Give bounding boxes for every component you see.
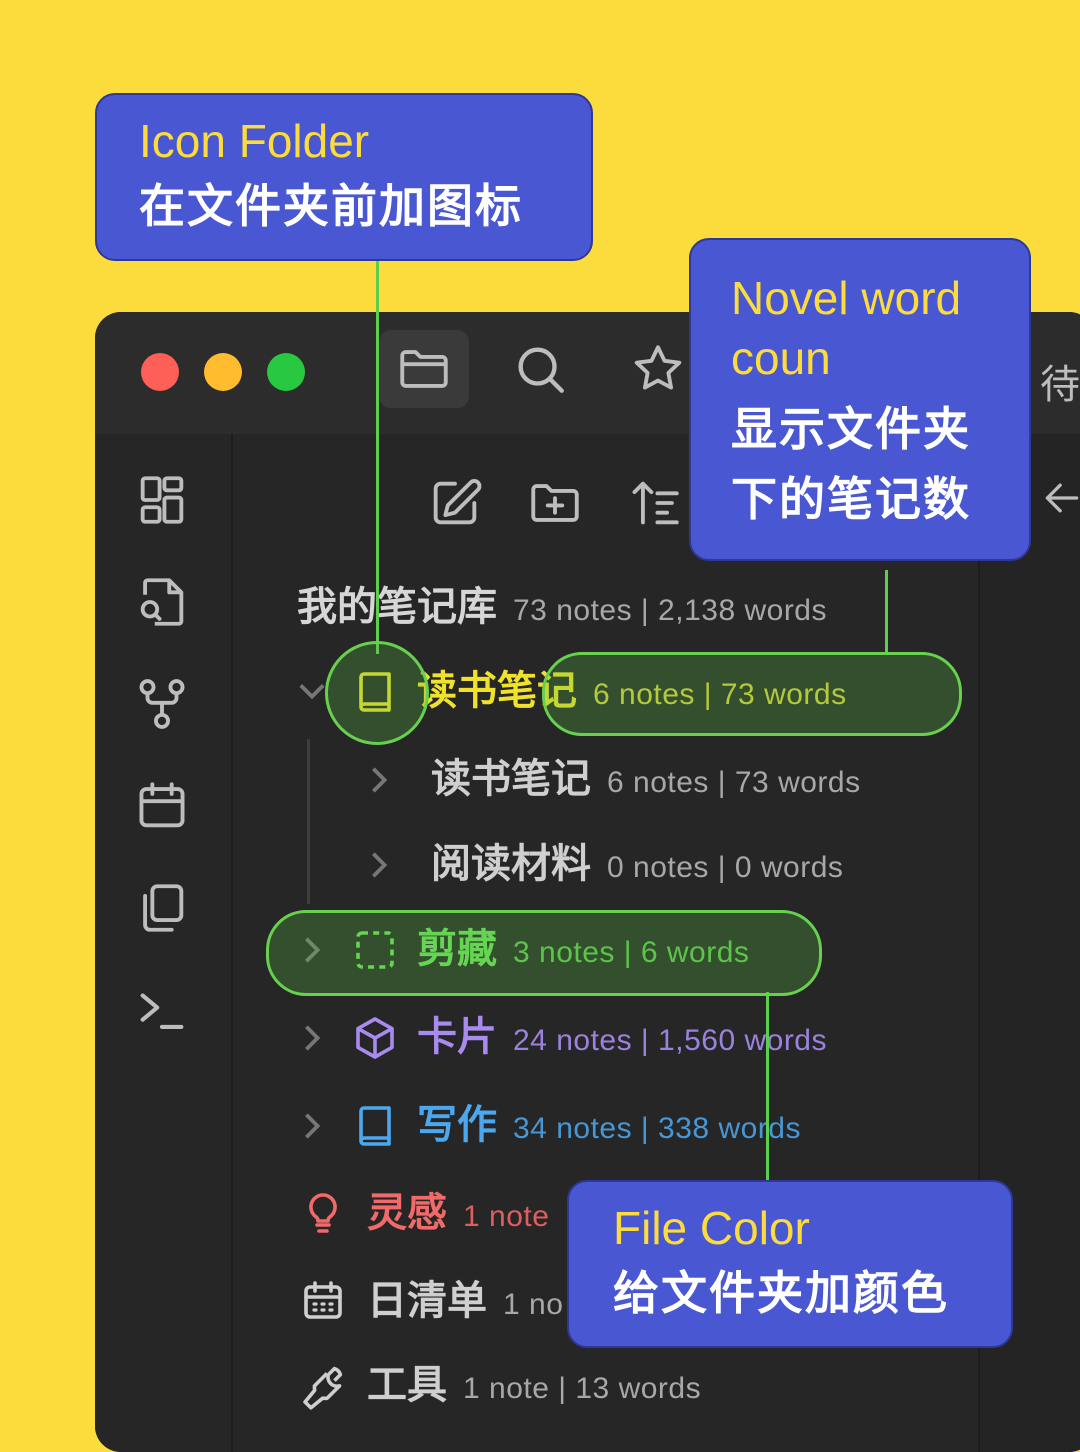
calendar-icon[interactable] [133, 777, 191, 835]
wrench-icon [303, 1366, 343, 1410]
lightbulb-icon [309, 1193, 337, 1233]
star-icon [634, 345, 682, 390]
new-note-icon[interactable] [426, 474, 484, 532]
terminal-icon[interactable] [133, 981, 191, 1039]
folder-row-reading-material[interactable]: 阅读材料 0 notes | 0 words [431, 831, 843, 889]
note-tab-title[interactable]: 待 [1040, 352, 1080, 410]
folder-count: 24 notes | 1,560 words [513, 1024, 827, 1057]
folder-count: 6 notes | 73 words [607, 766, 861, 799]
callout-title: File Color [613, 1202, 810, 1254]
highlight-folder-icon [325, 641, 429, 745]
file-name: 灵感 [367, 1191, 447, 1235]
callout-title: Icon Folder [139, 115, 370, 167]
callout-subtitle-line2: 下的笔记数 [731, 473, 971, 525]
vault-count: 73 notes | 2,138 words [513, 594, 827, 627]
callout-icon-folder: Icon Folder 在文件夹前加图标 [95, 93, 593, 261]
folder-row-writing[interactable]: 写作 34 notes | 338 words [417, 1092, 801, 1150]
guide-line-icon-folder [376, 258, 379, 654]
file-row-daily-list[interactable]: 日清单 1 no [367, 1268, 563, 1326]
callout-title-line1: Novel word [731, 272, 962, 324]
file-count: 1 note [463, 1200, 550, 1233]
callout-subtitle-line1: 显示文件夹 [731, 403, 971, 455]
arrow-left-icon[interactable] [1040, 476, 1080, 520]
files-tab-button[interactable] [379, 330, 469, 408]
callout-novel-word-count: Novel word coun 显示文件夹 下的笔记数 [689, 238, 1031, 561]
sort-icon[interactable] [626, 474, 684, 532]
left-ribbon [95, 434, 233, 1452]
highlight-colored-folder [266, 910, 822, 996]
search-icon [518, 347, 564, 393]
file-count: 1 no [503, 1288, 564, 1321]
tree-indent-line [307, 739, 310, 904]
highlight-word-count [542, 652, 962, 736]
chevron-right-icon[interactable] [367, 765, 391, 795]
search-tab-button[interactable] [495, 330, 585, 408]
git-fork-icon[interactable] [133, 675, 191, 733]
folder-name: 写作 [417, 1103, 497, 1147]
folder-count: 34 notes | 338 words [513, 1112, 801, 1145]
guide-line-file-color [766, 992, 769, 1180]
folder-name: 阅读材料 [431, 842, 591, 886]
folder-row-reading-notes-sub[interactable]: 读书笔记 6 notes | 73 words [431, 746, 861, 804]
dashboard-icon[interactable] [133, 471, 191, 529]
chevron-right-icon[interactable] [300, 1111, 324, 1141]
folder-count: 0 notes | 0 words [607, 851, 844, 884]
callout-title-line2: coun [731, 332, 831, 384]
file-name: 日清单 [367, 1279, 487, 1323]
folder-name: 卡片 [417, 1015, 497, 1059]
folder-icon [400, 350, 448, 388]
calendar-icon [304, 1281, 342, 1319]
file-search-icon[interactable] [133, 573, 191, 631]
copy-icon[interactable] [133, 879, 191, 937]
book-icon [359, 1106, 391, 1146]
guide-line-word-count [885, 570, 888, 654]
file-count: 1 note | 13 words [463, 1372, 702, 1405]
close-button[interactable] [141, 353, 179, 391]
chevron-right-icon[interactable] [367, 850, 391, 880]
chevron-down-icon[interactable] [297, 679, 327, 703]
file-name: 工具 [367, 1363, 447, 1407]
callout-file-color: File Color 给文件夹加颜色 [567, 1180, 1013, 1348]
new-folder-icon[interactable] [526, 474, 584, 532]
callout-subtitle: 给文件夹加颜色 [613, 1267, 949, 1319]
folder-name: 读书笔记 [431, 757, 591, 801]
minimize-button[interactable] [204, 353, 242, 391]
zoom-button[interactable] [267, 353, 305, 391]
chevron-right-icon[interactable] [300, 1023, 324, 1053]
vault-name: 我的笔记库 [297, 585, 497, 629]
file-row-inspiration[interactable]: 灵感 1 note [367, 1180, 549, 1238]
box-icon [356, 1017, 394, 1059]
file-row-tools[interactable]: 工具 1 note | 13 words [367, 1352, 701, 1410]
callout-subtitle: 在文件夹前加图标 [139, 180, 523, 232]
